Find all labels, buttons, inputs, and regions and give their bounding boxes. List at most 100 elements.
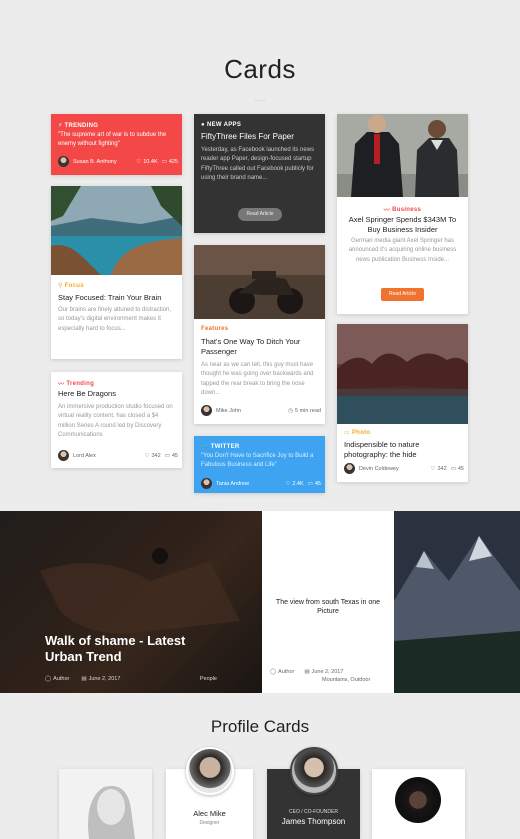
photo-icon: ▭ (344, 430, 350, 436)
bolt-icon: ⚡ (58, 123, 63, 129)
user-icon: ◯ (270, 669, 277, 675)
category-label: ⚲ Focus (58, 282, 84, 290)
author-name: Susan B. Anthony (73, 158, 117, 165)
business-card[interactable]: 〰 Business Axel Springer Spends $343M To … (337, 114, 468, 314)
page-title: Cards (224, 54, 296, 84)
comments[interactable]: ▭ 45 (165, 453, 178, 459)
focus-card[interactable]: ⚲ Focus Stay Focused: Train Your Brain Ou… (51, 186, 182, 359)
avatar-4[interactable] (395, 777, 441, 823)
comment-icon: ▭ (307, 480, 313, 487)
category-label: ⚡ TRENDING (58, 122, 99, 130)
photo-card[interactable]: ▭ Photo Indispensible to nature photograp… (337, 324, 468, 482)
banner-title[interactable]: The view from south Texas in one Picture (270, 598, 386, 616)
category-label: ▭ Photo (344, 429, 371, 437)
date: ▤ June 2, 2017 (81, 676, 121, 682)
card-title[interactable]: Stay Focused: Train Your Brain (58, 293, 178, 303)
profile-name[interactable]: Alec Mike (166, 809, 253, 818)
card-body: German media giant Axel Springer has ann… (348, 238, 457, 263)
profile-card-1[interactable] (59, 769, 152, 839)
newapps-card[interactable]: ● NEW APPS FiftyThree Files For Paper Yes… (194, 114, 325, 233)
avatar-james[interactable] (290, 747, 338, 795)
landscape-image (337, 324, 468, 424)
tag[interactable]: People (200, 676, 217, 682)
twitter-card[interactable]: 🐦 TWITTER "You Don't Have to Sacrifice Jo… (194, 436, 325, 493)
woman-portrait-image (59, 769, 152, 839)
read-article-button[interactable]: Read Article (381, 288, 424, 301)
dragons-card[interactable]: 〰 Trending Here Be Dragons An immersive p… (51, 372, 182, 468)
trending-quote-card[interactable]: ⚡ TRENDING "The supreme art of war is to … (51, 114, 182, 175)
card-footer: Lord Alex ♡ 342 ▭ 45 (58, 450, 178, 461)
card-title[interactable]: Here Be Dragons (58, 389, 178, 399)
category-label: 〰 Business (383, 206, 422, 215)
features-card[interactable]: Features That's One Way To Ditch Your Pa… (194, 245, 325, 424)
card-body: As near as we can tell, this guy must ha… (201, 362, 314, 396)
quote-text: "You Don't Have to Sacrifice Joy to Buil… (201, 453, 314, 469)
profile-name[interactable]: James Thompson (267, 817, 360, 826)
avatar (58, 450, 69, 461)
avatar (58, 156, 69, 167)
card-body: Yesterday, as Facebook launched its news… (201, 147, 315, 181)
avatar (201, 405, 212, 416)
profile-role: Designer (199, 820, 220, 826)
author-name: Tania Andrew (216, 480, 250, 487)
card-footer: Mike John ◷ 5 min read (201, 405, 321, 416)
banner-footer: ◯ Author ▤ June 2, 2017 People (45, 676, 217, 682)
heart-icon: ♡ (430, 465, 436, 472)
avatar (344, 463, 355, 474)
comments[interactable]: ▭ 425 (162, 159, 178, 165)
avatar-alec[interactable] (186, 747, 234, 795)
business-people-image (337, 114, 468, 197)
quote-text: "The supreme art of war is to subdue the… (58, 132, 167, 148)
card-title[interactable]: That's One Way To Ditch Your Passenger (201, 337, 321, 357)
profile-role: CEO / CO-FOUNDER (289, 809, 338, 815)
card-title[interactable]: FiftyThree Files For Paper (201, 132, 321, 142)
trend-icon: 〰 (58, 382, 65, 388)
card-footer: Susan B. Anthony ♡ 10.4K ▭ 425 (58, 156, 178, 167)
motorcycle-image (194, 245, 325, 319)
calendar-icon: ▤ (304, 669, 310, 675)
likes[interactable]: ♡ 342 (145, 453, 161, 459)
clock-icon: ◷ (288, 407, 293, 414)
category-label: ● NEW APPS (201, 122, 242, 128)
author-name: Devin Coldewey (359, 465, 399, 472)
banner-right[interactable] (394, 511, 520, 693)
comment-icon: ▭ (164, 452, 170, 459)
comments[interactable]: ▭ 45 (308, 481, 321, 487)
banner-left[interactable]: Walk of shame - Latest Urban Trend ◯ Auth… (0, 511, 262, 693)
divider (254, 100, 266, 101)
category-label: 〰 Trending (58, 380, 95, 389)
author[interactable]: ◯ Author (270, 669, 294, 675)
tags[interactable]: Mountains, Outdoor (322, 677, 370, 683)
avatar (201, 478, 212, 489)
trend-icon: 〰 (383, 208, 391, 214)
read-time: ◷ 5 min read (288, 407, 321, 414)
category-label: 🐦 TWITTER (201, 443, 240, 451)
likes[interactable]: ♡ 342 (431, 466, 447, 472)
comments[interactable]: ▭ 45 (451, 466, 464, 472)
coast-image (51, 186, 182, 275)
user-icon: ◯ (45, 676, 52, 682)
apple-icon: ● (201, 122, 205, 128)
likes[interactable]: ♡ 2.4K (285, 481, 303, 487)
comment-icon: ▭ (450, 465, 456, 472)
calendar-icon: ▤ (81, 676, 87, 682)
comment-icon: ▭ (161, 158, 167, 165)
profile-section-title: Profile Cards (210, 717, 310, 736)
banner-title[interactable]: Walk of shame - Latest Urban Trend (45, 633, 215, 666)
card-footer: Devin Coldewey ♡ 342 ▭ 45 (344, 463, 464, 474)
author[interactable]: ◯ Author (45, 676, 69, 682)
likes[interactable]: ♡ 10.4K (136, 159, 157, 165)
card-body: An immersive production studio focused o… (58, 404, 173, 438)
author-name: Mike John (216, 407, 242, 414)
card-footer: Tania Andrew ♡ 2.4K ▭ 45 (201, 478, 321, 489)
mountain-image (394, 511, 520, 693)
author-name: Lord Alex (73, 452, 96, 459)
heart-icon: ♡ (285, 480, 291, 487)
card-title[interactable]: Indispensible to nature photography: the… (344, 440, 464, 460)
profile-card-4[interactable] (372, 769, 465, 839)
read-article-button[interactable]: Read Article (238, 208, 282, 221)
card-body: Our brains are finely attuned to distrac… (58, 307, 172, 332)
banner-footer: ◯ Author ▤ June 2, 2017 (270, 669, 390, 675)
banner-mid[interactable]: The view from south Texas in one Picture… (262, 511, 395, 693)
card-title[interactable]: Axel Springer Spends $343M To Buy Busine… (345, 215, 460, 235)
